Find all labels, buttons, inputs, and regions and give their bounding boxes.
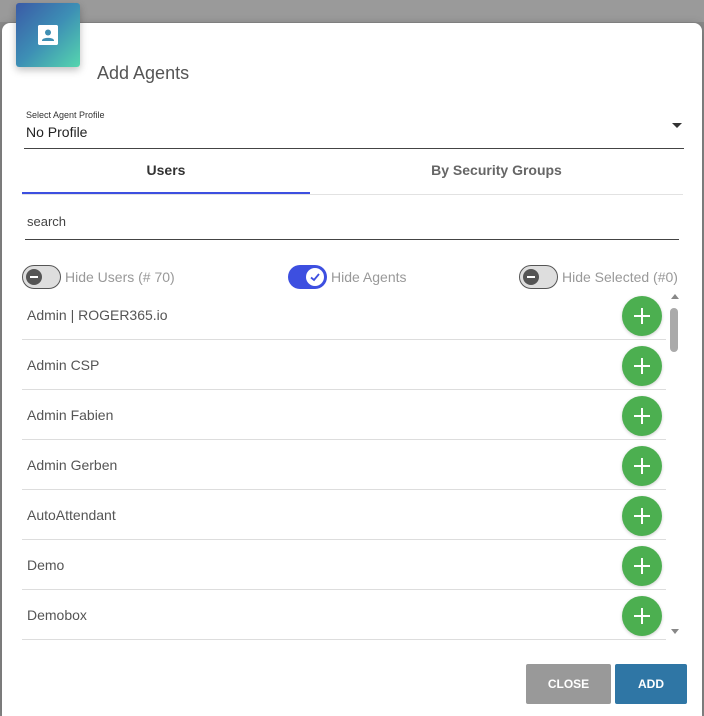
list-item: Admin Fabien (22, 390, 666, 440)
user-name: Admin Gerben (27, 457, 118, 473)
contact-card-icon (38, 25, 58, 45)
hide-users-toggle-group: Hide Users (# 70) (22, 264, 175, 290)
list-item: Demobox (22, 590, 666, 640)
add-user-button[interactable] (622, 446, 662, 486)
add-button[interactable]: ADD (615, 664, 687, 704)
list-item: Admin | ROGER365.io (22, 290, 666, 340)
hide-users-label: Hide Users (# 70) (65, 269, 175, 285)
add-user-button[interactable] (622, 396, 662, 436)
hide-selected-label: Hide Selected (#0) (562, 269, 678, 285)
user-name: Admin CSP (27, 357, 100, 373)
page-backdrop (0, 0, 704, 22)
checkmark-icon (306, 268, 324, 286)
scroll-down-arrow-icon[interactable] (671, 629, 679, 634)
chevron-down-icon[interactable] (672, 123, 682, 128)
user-list: Admin | ROGER365.io Admin CSP Admin Fabi… (22, 290, 666, 640)
dialog-title: Add Agents (97, 63, 190, 83)
user-name: Admin | ROGER365.io (27, 307, 168, 323)
toggle-off-knob-icon (523, 268, 539, 285)
dialog-header-badge (16, 3, 80, 67)
add-user-button[interactable] (622, 596, 662, 636)
list-item: Admin Gerben (22, 440, 666, 490)
hide-selected-toggle[interactable] (519, 265, 558, 289)
user-name: AutoAttendant (27, 507, 116, 523)
scroll-up-arrow-icon[interactable] (671, 294, 679, 299)
search-input[interactable] (25, 211, 679, 231)
list-item: Admin CSP (22, 340, 666, 390)
close-button[interactable]: CLOSE (526, 664, 611, 704)
list-item: AutoAttendant (22, 490, 666, 540)
user-name: Admin Fabien (27, 407, 114, 423)
user-name: Demobox (27, 607, 87, 623)
add-user-button[interactable] (622, 346, 662, 386)
tab-users[interactable]: Users (22, 147, 310, 194)
search-field (25, 205, 679, 240)
list-scrollbar[interactable] (669, 292, 681, 636)
user-name: Demo (27, 557, 65, 573)
toggle-off-knob-icon (26, 268, 42, 285)
hide-selected-toggle-group: Hide Selected (#0) (519, 264, 678, 290)
scroll-thumb[interactable] (670, 308, 678, 352)
agent-profile-label: Select Agent Profile (26, 110, 105, 120)
list-item: Demo (22, 540, 666, 590)
tab-security-groups[interactable]: By Security Groups (310, 147, 683, 193)
hide-agents-toggle[interactable] (288, 265, 327, 289)
filter-toggles: Hide Users (# 70) Hide Agents Hide Selec… (22, 264, 682, 290)
tab-bar: Users By Security Groups (22, 147, 683, 195)
add-user-button[interactable] (622, 296, 662, 336)
agent-profile-select[interactable]: Select Agent Profile No Profile (24, 108, 684, 149)
hide-agents-toggle-group: Hide Agents (288, 264, 407, 290)
add-user-button[interactable] (622, 496, 662, 536)
add-user-button[interactable] (622, 546, 662, 586)
agent-profile-value: No Profile (26, 124, 88, 140)
hide-agents-label: Hide Agents (331, 269, 407, 285)
hide-users-toggle[interactable] (22, 265, 61, 289)
